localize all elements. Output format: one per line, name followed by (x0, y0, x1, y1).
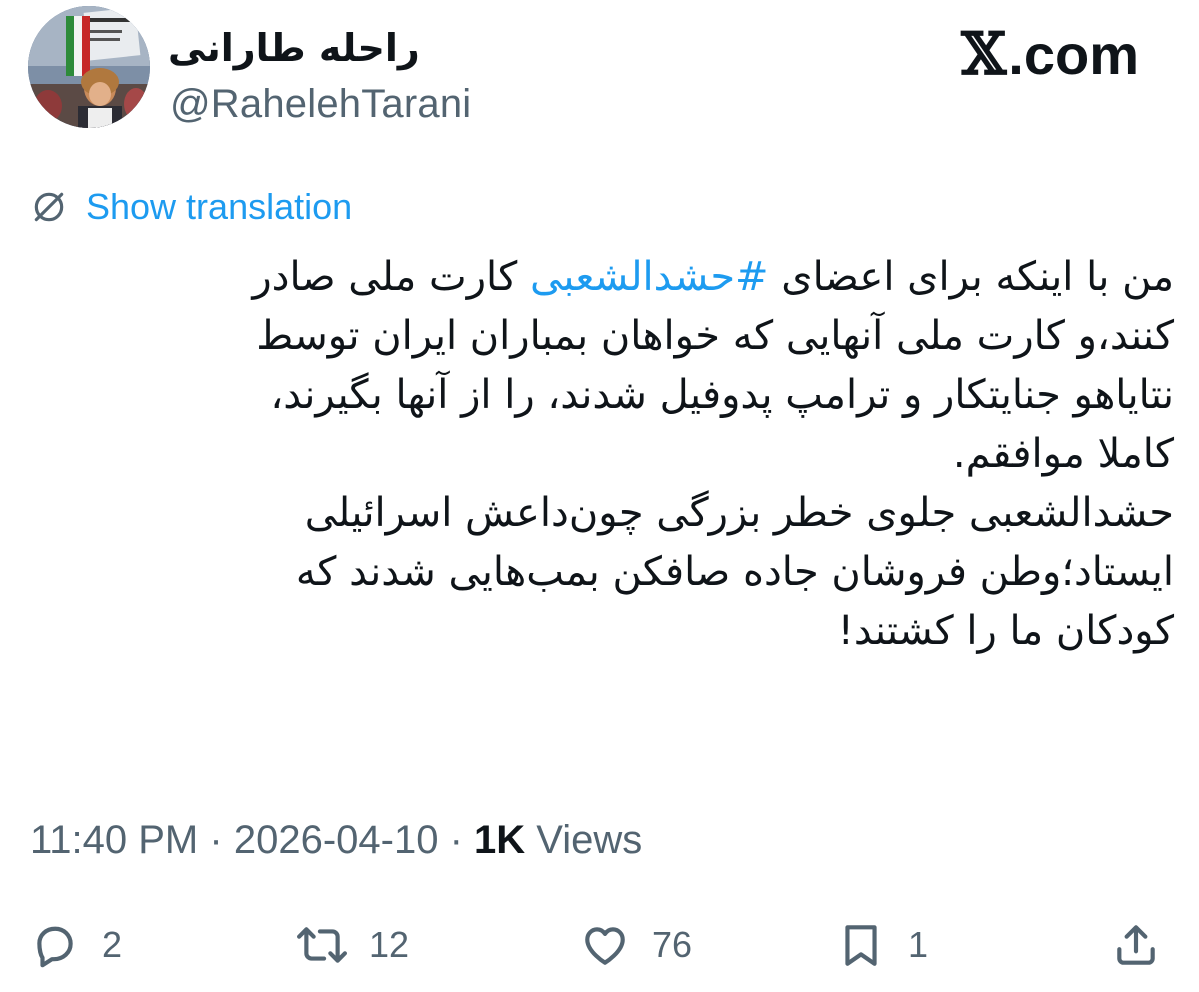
tweet-line-3: نتایاهو جنایتکار و ترامپ پدوفیل شدند، را… (270, 372, 1174, 418)
tweet-line-7: کودکان ما را کشتند! (837, 608, 1174, 654)
tweet-line-6: ایستاد؛وطن فروشان جاده صافکن بمب‌هایی شد… (295, 549, 1174, 595)
tweet-date[interactable]: 2026-04-10 (234, 818, 439, 862)
reply-count: 2 (102, 924, 123, 965)
avatar-photo (28, 6, 150, 128)
user-handle[interactable]: @RahelehTarani (170, 82, 471, 127)
repost-count: 12 (369, 924, 410, 965)
repost-button[interactable]: 12 (297, 920, 409, 970)
globe-crossed-icon (34, 192, 64, 222)
views-count: 1K (474, 818, 526, 862)
tweet-line-4: کاملا موافقم. (952, 431, 1174, 477)
hashtag-link[interactable]: #حشدالشعبی (530, 254, 769, 300)
action-bar: 2 12 76 1 (0, 920, 1199, 976)
brand-domain: .com (1008, 22, 1139, 86)
tweet-time[interactable]: 11:40 PM (30, 818, 198, 862)
meta-separator: · (449, 818, 463, 862)
meta-separator: · (209, 818, 223, 862)
tweet-line-1: من با اینکه برای اعضای #حشدالشعبی کارت م… (70, 248, 1174, 307)
tweet-line-1-end: کارت ملی صادر (252, 254, 530, 300)
tweet-screenshot: راحله طارانی @RahelehTarani 𝕏 .com Show … (0, 0, 1199, 992)
show-translation-link[interactable]: Show translation (30, 186, 352, 228)
reply-button[interactable]: 2 (30, 920, 122, 970)
tweet-line-1-start: من با اینکه برای اعضای (768, 254, 1174, 300)
x-com-logo: 𝕏 .com (961, 20, 1139, 88)
display-name[interactable]: راحله طارانی (168, 26, 428, 70)
avatar[interactable] (28, 6, 150, 128)
repost-icon (297, 927, 347, 963)
like-count: 76 (652, 924, 693, 965)
reply-icon (37, 926, 73, 968)
heart-icon (585, 927, 625, 965)
tweet-text: من با اینکه برای اعضای #حشدالشعبی کارت م… (70, 248, 1174, 661)
tweet-line-5: حشدالشعبی جلوی خطر بزرگی چون‌داعش اسرائی… (304, 490, 1174, 536)
bookmark-icon (845, 925, 877, 966)
tweet-meta: 11:40 PM · 2026-04-10 · 1K Views (30, 818, 642, 863)
views-label: Views (536, 818, 643, 862)
bookmark-button[interactable]: 1 (836, 920, 928, 970)
like-button[interactable]: 76 (580, 920, 692, 970)
x-logo-icon: 𝕏 (961, 20, 1007, 88)
bookmark-count: 1 (908, 924, 929, 965)
share-icon (1117, 925, 1155, 965)
show-translation-label: Show translation (86, 186, 353, 227)
share-button[interactable] (1111, 920, 1161, 970)
tweet-line-2: کنند،و کارت ملی آنهایی که خواهان بمباران… (256, 313, 1174, 359)
